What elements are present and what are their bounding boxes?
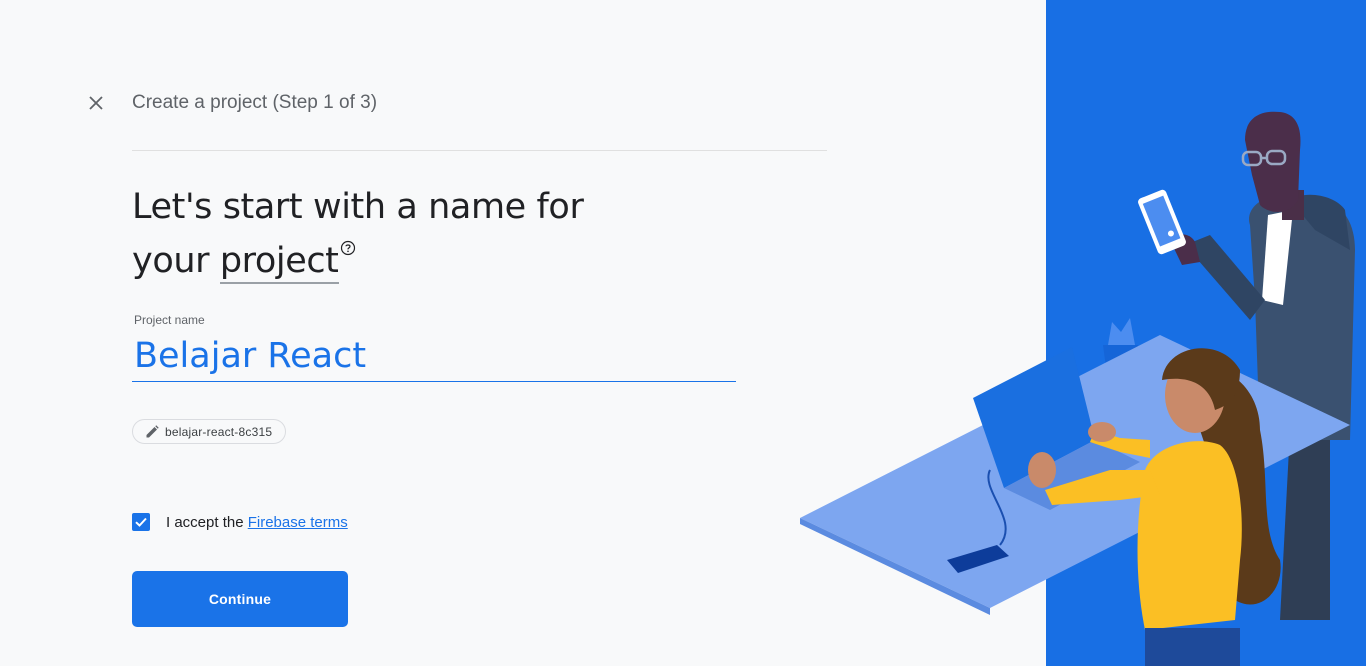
continue-button[interactable]: Continue [132,571,348,627]
firebase-terms-link[interactable]: Firebase terms [248,514,348,531]
step-title: Create a project (Step 1 of 3) [132,92,378,113]
project-id-text: belajar-react-8c315 [165,424,273,439]
project-name-input[interactable] [132,330,736,382]
header-divider [132,150,827,151]
pencil-icon [146,424,159,437]
page-heading: Let's start with a name for your project [132,180,652,288]
heading-line-2-prefix: your [132,241,220,281]
help-circle-icon[interactable] [340,240,356,256]
heading-line-2: your project [132,234,652,288]
project-illustration [800,0,1366,666]
heading-line-1: Let's start with a name for [132,187,584,227]
close-button[interactable] [84,91,108,115]
create-project-page: Create a project (Step 1 of 3) Let's sta… [0,0,1366,666]
terms-label: I accept the Firebase terms [166,514,348,531]
close-icon [89,96,103,110]
checkmark-icon [135,517,147,527]
terms-prefix: I accept the [166,513,248,531]
project-term-link[interactable]: project [219,241,339,284]
accept-terms-checkbox[interactable] [132,513,150,531]
terms-row: I accept the Firebase terms [132,513,348,531]
project-name-label: Project name [134,313,205,327]
project-id-chip[interactable]: belajar-react-8c315 [132,419,287,444]
